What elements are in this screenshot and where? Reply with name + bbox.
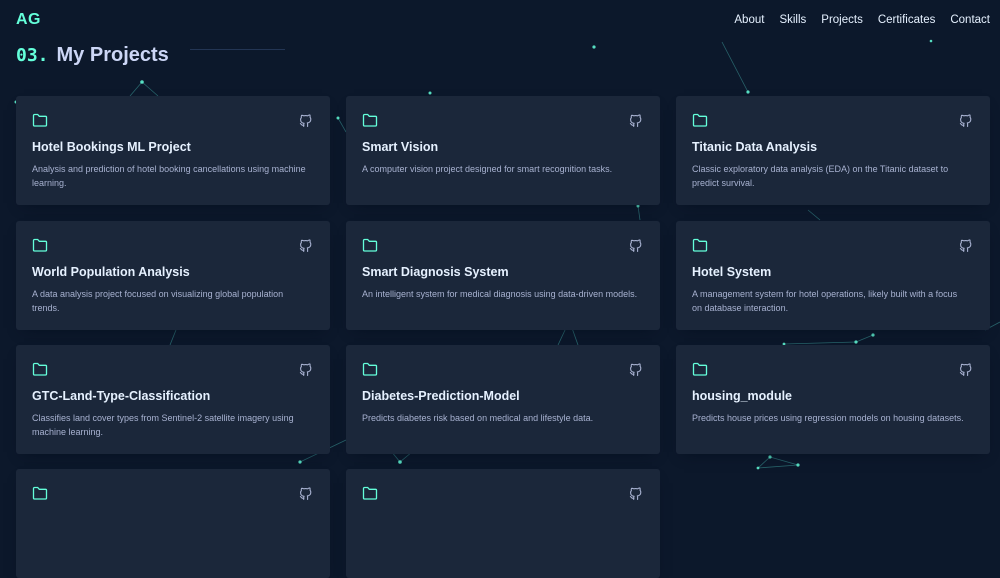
project-card[interactable]	[16, 469, 330, 578]
folder-icon	[362, 362, 378, 376]
project-title[interactable]: Smart Diagnosis System	[362, 265, 509, 279]
folder-icon	[32, 486, 48, 500]
folder-icon	[692, 113, 708, 127]
project-description: Classic exploratory data analysis (EDA) …	[692, 164, 949, 188]
folder-icon	[362, 238, 378, 252]
project-card[interactable]	[346, 469, 660, 578]
project-card[interactable]: Diabetes-Prediction-Model Predicts diabe…	[346, 345, 660, 454]
project-description: A management system for hotel operations…	[692, 289, 958, 313]
github-icon[interactable]	[958, 237, 974, 253]
project-card[interactable]: Hotel System A management system for hot…	[676, 221, 990, 330]
folder-icon	[32, 238, 48, 252]
project-description: A data analysis project focused on visua…	[32, 289, 284, 313]
project-title[interactable]: GTC-Land-Type-Classification	[32, 389, 210, 403]
project-description: Analysis and prediction of hotel booking…	[32, 164, 306, 188]
project-card[interactable]: World Population Analysis A data analysi…	[16, 221, 330, 330]
project-description: Predicts diabetes risk based on medical …	[362, 413, 594, 423]
top-navbar: AG About Skills Projects Certificates Co…	[0, 0, 1000, 40]
github-icon[interactable]	[958, 112, 974, 128]
section-heading: 03. My Projects	[16, 44, 169, 67]
github-icon[interactable]	[628, 485, 644, 501]
project-card[interactable]: Smart Diagnosis System An intelligent sy…	[346, 221, 660, 330]
project-title[interactable]: Titanic Data Analysis	[692, 140, 817, 154]
folder-icon	[32, 113, 48, 127]
nav-link-skills[interactable]: Skills	[779, 14, 806, 26]
github-icon[interactable]	[628, 112, 644, 128]
project-title[interactable]: Hotel Bookings ML Project	[32, 140, 191, 154]
github-icon[interactable]	[298, 237, 314, 253]
section-title: My Projects	[56, 44, 169, 66]
github-icon[interactable]	[298, 485, 314, 501]
site-logo[interactable]: AG	[16, 11, 41, 29]
folder-icon	[362, 486, 378, 500]
project-description: A computer vision project designed for s…	[362, 164, 613, 174]
project-title[interactable]: housing_module	[692, 389, 792, 403]
project-card[interactable]: Smart Vision A computer vision project d…	[346, 96, 660, 205]
project-card[interactable]: GTC-Land-Type-Classification Classifies …	[16, 345, 330, 454]
nav-links: About Skills Projects Certificates Conta…	[734, 14, 990, 26]
github-icon[interactable]	[628, 237, 644, 253]
project-title[interactable]: World Population Analysis	[32, 265, 190, 279]
folder-icon	[692, 362, 708, 376]
section-number: 03.	[16, 45, 49, 66]
project-title[interactable]: Hotel System	[692, 265, 771, 279]
project-card[interactable]: Hotel Bookings ML Project Analysis and p…	[16, 96, 330, 205]
section-divider	[190, 49, 285, 50]
nav-link-contact[interactable]: Contact	[950, 14, 990, 26]
nav-link-certificates[interactable]: Certificates	[878, 14, 936, 26]
folder-icon	[692, 238, 708, 252]
github-icon[interactable]	[298, 361, 314, 377]
project-card[interactable]: housing_module Predicts house prices usi…	[676, 345, 990, 454]
github-icon[interactable]	[628, 361, 644, 377]
project-description: Predicts house prices using regression m…	[692, 413, 964, 423]
folder-icon	[32, 362, 48, 376]
project-title[interactable]: Smart Vision	[362, 140, 438, 154]
nav-link-about[interactable]: About	[734, 14, 764, 26]
github-icon[interactable]	[298, 112, 314, 128]
project-card[interactable]: Titanic Data Analysis Classic explorator…	[676, 96, 990, 205]
project-description: Classifies land cover types from Sentine…	[32, 413, 294, 437]
folder-icon	[362, 113, 378, 127]
nav-link-projects[interactable]: Projects	[821, 14, 863, 26]
project-title[interactable]: Diabetes-Prediction-Model	[362, 389, 520, 403]
project-description: An intelligent system for medical diagno…	[362, 289, 638, 299]
github-icon[interactable]	[958, 361, 974, 377]
